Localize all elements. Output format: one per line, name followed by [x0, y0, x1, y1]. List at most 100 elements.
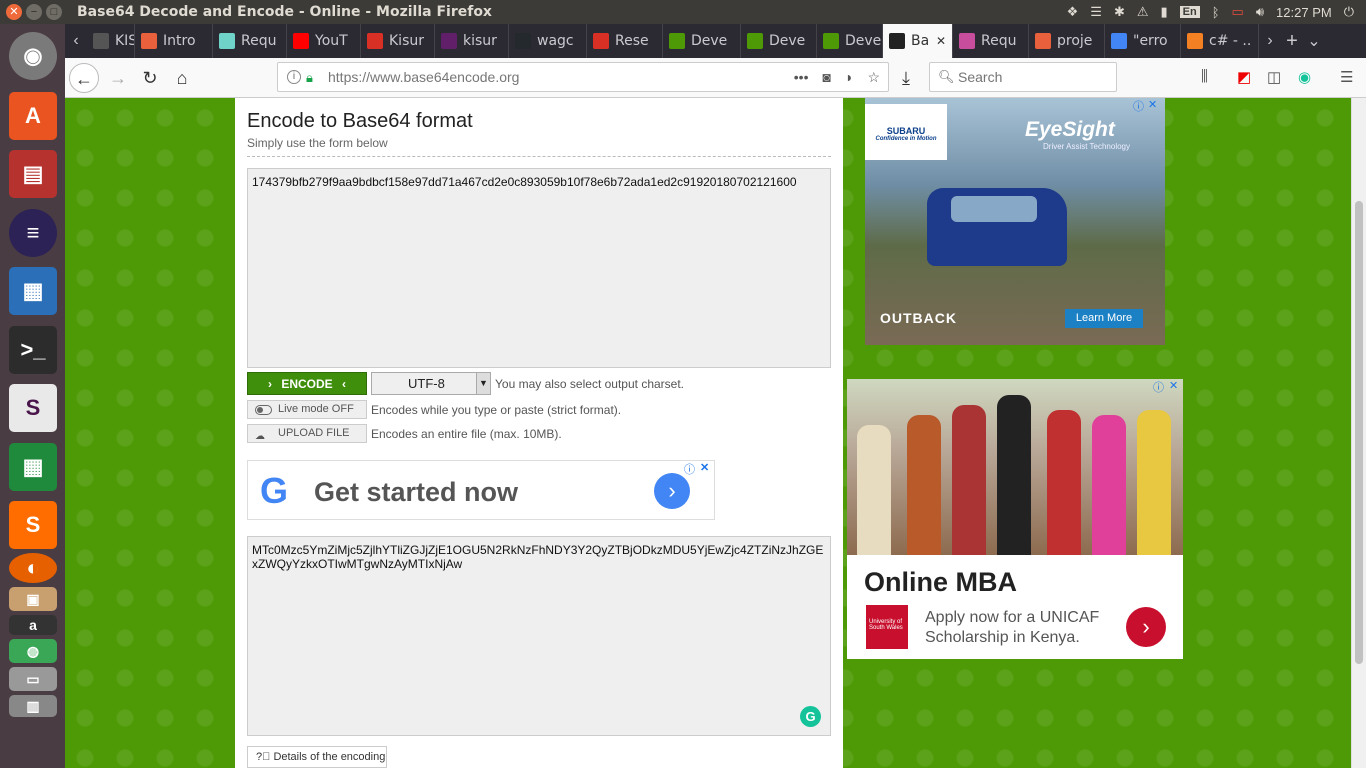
tab-1[interactable]: Intro	[135, 24, 213, 58]
software-center-icon[interactable]: A	[9, 92, 57, 140]
tab-11[interactable]: Ba ✕	[883, 24, 953, 58]
ad-close-icon[interactable]: ✕	[700, 461, 709, 474]
tab-5[interactable]: kisur	[435, 24, 509, 58]
writer-icon[interactable]: ▦	[9, 267, 57, 315]
home-icon[interactable]: ⌂	[167, 63, 197, 93]
slack-icon	[441, 33, 457, 49]
keyboard-layout[interactable]: En	[1179, 6, 1200, 18]
tab-2[interactable]: Requ	[213, 24, 287, 58]
library-icon[interactable]: ⫼	[1201, 68, 1208, 85]
new-tab-icon[interactable]: +	[1281, 30, 1303, 53]
url-bar[interactable]: i 🔒︎ https://www.base64encode.org ••• ◙ …	[277, 62, 889, 92]
subaru-ad[interactable]: SUBARU Confidence in Motion EyeSight Dri…	[865, 98, 1165, 345]
upload-file-button[interactable]: ☁ UPLOAD FILE	[247, 424, 367, 443]
live-mode-toggle[interactable]: Live mode OFF	[247, 400, 367, 419]
tab-6[interactable]: wagc	[509, 24, 587, 58]
tab-0[interactable]: KISU	[87, 24, 135, 58]
tab-label: Deve	[691, 33, 728, 49]
scrollbar[interactable]	[1351, 98, 1366, 768]
grammarly-icon[interactable]: ◉	[1298, 68, 1311, 86]
network-icon[interactable]: ▮	[1161, 4, 1168, 20]
app-icon[interactable]: ▣	[9, 587, 57, 611]
info-icon[interactable]: i	[287, 70, 301, 84]
power-icon[interactable]: ⏻	[1344, 4, 1354, 20]
subaru-logo: SUBARU Confidence in Motion	[865, 104, 947, 160]
forward-icon[interactable]: →	[103, 63, 133, 93]
minimize-window-button[interactable]: −	[26, 4, 42, 20]
bookmark-star-icon[interactable]: ☆	[867, 69, 880, 86]
output-textarea[interactable]: MTc0Mzc5YmZiMjc5ZjlhYTliZGJjZjE1OGU5N2Rk…	[247, 536, 831, 736]
adchoices-icon[interactable]: ⓘ	[684, 461, 695, 477]
terminal-icon[interactable]: >_	[9, 326, 57, 374]
dropbox-icon[interactable]: ❖	[1067, 4, 1079, 20]
learn-more-button[interactable]: Learn More	[1065, 309, 1143, 328]
files-icon[interactable]: ▤	[9, 150, 57, 198]
bluetooth-icon[interactable]: ᛒ	[1212, 5, 1220, 20]
clock[interactable]: 12:27 PM	[1276, 5, 1332, 20]
tab-scroll-right-icon[interactable]: ›	[1259, 32, 1281, 50]
slack-icon[interactable]: S	[9, 384, 57, 432]
charset-select[interactable]: UTF-8 ▼	[371, 372, 491, 395]
page-actions-icon[interactable]: •••	[794, 69, 809, 86]
tab-13[interactable]: proje	[1029, 24, 1105, 58]
google-ad[interactable]: G Get started now › ⓘ ✕	[247, 460, 715, 520]
list-icon[interactable]: ☰	[1090, 4, 1102, 20]
calc-icon[interactable]: ▦	[9, 443, 57, 491]
tab-15[interactable]: c# - ..	[1181, 24, 1259, 58]
firefox-icon[interactable]: ◐	[9, 553, 57, 583]
grammarly-icon[interactable]: G	[800, 706, 821, 727]
trash-icon[interactable]: ▥	[9, 695, 57, 717]
sublime-icon[interactable]: S	[9, 501, 57, 549]
google-ad-text[interactable]: Get started now	[314, 477, 518, 508]
github-icon	[515, 33, 531, 49]
pocket-icon[interactable]: ◙	[823, 69, 831, 86]
download-icon[interactable]: ⤓	[891, 63, 921, 93]
volume-icon[interactable]: 🔊︎	[1256, 4, 1264, 20]
tab-3[interactable]: YouT	[287, 24, 361, 58]
ad-close-icon[interactable]: ✕	[1148, 98, 1157, 111]
url-text[interactable]: https://www.base64encode.org	[328, 69, 519, 85]
eclipse-icon[interactable]: ≡	[9, 209, 57, 257]
adchoices-icon[interactable]: ⓘ	[1153, 379, 1164, 395]
drive-icon[interactable]: ▭	[9, 667, 57, 691]
warning-icon[interactable]: ⚠	[1137, 4, 1149, 20]
reader-icon[interactable]: ◗	[845, 69, 853, 86]
ubuntu-dash-icon[interactable]: ◉	[9, 32, 57, 80]
adchoices-icon[interactable]: ⓘ	[1133, 98, 1144, 114]
settings-icon[interactable]: ✱	[1114, 4, 1125, 20]
scrollbar-thumb[interactable]	[1355, 201, 1363, 664]
tab-14[interactable]: "erro	[1105, 24, 1181, 58]
lock-icon[interactable]: 🔒︎	[306, 70, 313, 86]
tab-8[interactable]: Deve	[663, 24, 741, 58]
sidebar-icon[interactable]: ◫	[1267, 68, 1281, 86]
details-button[interactable]: ?⃝ Details of the encoding	[247, 746, 387, 768]
battery-icon[interactable]: ▭	[1232, 4, 1244, 20]
tab-list-icon[interactable]: ⌄	[1303, 31, 1325, 51]
pdf-icon[interactable]: ◩	[1237, 68, 1251, 86]
tab-10[interactable]: Deve	[817, 24, 883, 58]
input-textarea[interactable]: 174379bfb279f9aa9bdbcf158e97dd71a467cd2e…	[247, 168, 831, 368]
search-input[interactable]	[958, 69, 1108, 85]
ad-close-icon[interactable]: ✕	[1169, 379, 1178, 392]
amazon-icon[interactable]: a	[9, 615, 57, 635]
close-tab-icon[interactable]: ✕	[936, 34, 946, 48]
upload-label: UPLOAD FILE	[278, 427, 350, 439]
search-bar[interactable]: 🔍︎	[929, 62, 1117, 92]
encode-button[interactable]: › ENCODE ‹	[247, 372, 367, 395]
tab-12[interactable]: Requ	[953, 24, 1029, 58]
close-window-button[interactable]: ✕	[6, 4, 22, 20]
tab-7[interactable]: Rese	[587, 24, 663, 58]
ad-arrow-button[interactable]: ›	[1126, 607, 1166, 647]
tab-9[interactable]: Deve	[741, 24, 817, 58]
menu-icon[interactable]: ☰	[1340, 68, 1353, 86]
mba-text[interactable]: Apply now for a UNICAF Scholarship in Ke…	[925, 608, 1115, 648]
reload-icon[interactable]: ↻	[135, 63, 165, 93]
tab-4[interactable]: Kisur	[361, 24, 435, 58]
ad-arrow-button[interactable]: ›	[654, 473, 690, 509]
maximize-window-button[interactable]: □	[46, 4, 62, 20]
mba-title[interactable]: Online MBA	[864, 567, 1017, 598]
chrome-icon[interactable]: ◍	[9, 639, 57, 663]
back-icon[interactable]: ←	[69, 63, 99, 93]
tab-scroll-left-icon[interactable]: ‹	[65, 32, 87, 50]
mba-ad[interactable]: ⓘ ✕ Online MBA University of South Wales…	[847, 379, 1183, 659]
